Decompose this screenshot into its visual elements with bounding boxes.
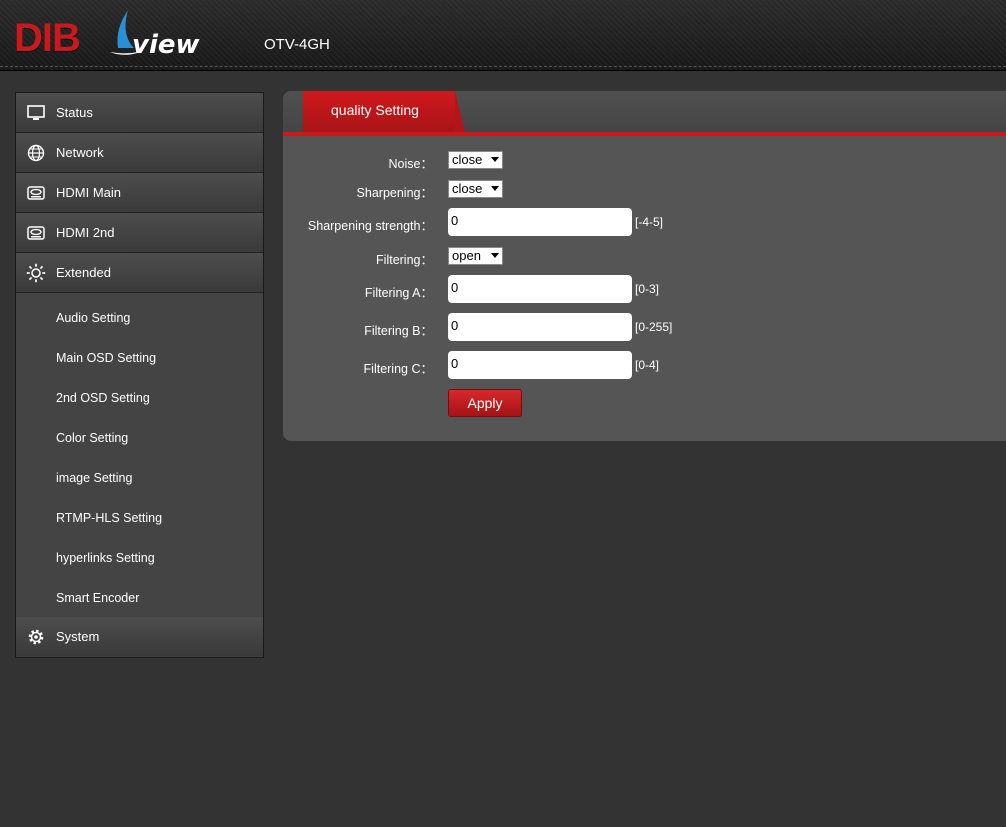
tab-label: quality Setting	[331, 102, 419, 118]
submenu-item-hyperlinks-setting[interactable]: hyperlinks Setting	[56, 551, 155, 565]
noise-select[interactable]: close	[448, 151, 503, 169]
filtering-c-range: [0-4]	[635, 358, 660, 372]
sidebar-item-label: HDMI 2nd	[56, 225, 115, 240]
chevron-down-icon	[491, 157, 499, 162]
sharpening-strength-value: 0	[451, 213, 459, 228]
sidebar-item-label: System	[56, 629, 100, 644]
sun-gear-icon	[26, 263, 46, 283]
sharpening-label: Sharpening：	[356, 186, 433, 200]
sidebar-menu: Status Network HDMI Main HDMI 2nd Extend…	[15, 92, 264, 658]
sharpening-select-value: close	[452, 181, 483, 196]
submenu-item-rtmp-hls-setting[interactable]: RTMP-HLS Setting	[56, 511, 162, 525]
sidebar-item-label: Extended	[56, 265, 111, 280]
quality-setting-panel: quality Setting Noise： close Sharpening：…	[283, 91, 1006, 441]
dibview-logo: DIB view	[14, 8, 204, 62]
filtering-a-range: [0-3]	[635, 282, 660, 296]
globe-icon	[27, 144, 45, 162]
chevron-down-icon	[491, 253, 499, 258]
sidebar-item-hdmi-main[interactable]: HDMI Main	[16, 173, 263, 213]
sharpening-select[interactable]: close	[448, 180, 503, 198]
filtering-b-label: Filtering B：	[364, 324, 433, 338]
filtering-a-value: 0	[451, 280, 459, 295]
filtering-c-value: 0	[451, 356, 459, 371]
monitor-icon	[27, 105, 45, 120]
sidebar-item-label: Network	[56, 145, 104, 160]
sidebar-item-label: HDMI Main	[56, 185, 122, 200]
logo-text-sub: view	[132, 30, 200, 60]
sidebar-item-label: Status	[56, 105, 93, 120]
sidebar-item-hdmi-2nd[interactable]: HDMI 2nd	[16, 213, 263, 253]
sidebar-item-system[interactable]: System	[16, 617, 263, 656]
sidebar-item-network[interactable]: Network	[16, 133, 263, 173]
filtering-c-label: Filtering C：	[363, 362, 433, 376]
logo-text-main: DIB	[14, 16, 81, 60]
sharpening-strength-label: Sharpening strength：	[307, 219, 433, 233]
sidebar-item-status[interactable]: Status	[16, 93, 263, 133]
submenu-item-image-setting[interactable]: image Setting	[56, 471, 132, 485]
noise-select-value: close	[452, 152, 483, 167]
filtering-label: Filtering：	[376, 253, 433, 267]
submenu-item-main-osd-setting[interactable]: Main OSD Setting	[56, 351, 156, 365]
filtering-b-value: 0	[451, 318, 459, 333]
chevron-down-icon	[491, 186, 499, 191]
filtering-a-input[interactable]: 0	[448, 275, 632, 303]
filtering-b-input[interactable]: 0	[448, 313, 632, 341]
apply-button[interactable]: Apply	[448, 389, 522, 417]
hdmi-icon	[27, 226, 45, 240]
filtering-b-range: [0-255]	[635, 320, 673, 334]
filtering-select[interactable]: open	[448, 247, 503, 265]
submenu-item-color-setting[interactable]: Color Setting	[56, 431, 128, 445]
noise-label: Noise：	[388, 157, 433, 171]
submenu-item-audio-setting[interactable]: Audio Setting	[56, 311, 130, 325]
top-header: DIB view OTV-4GH	[0, 0, 1006, 71]
sharpening-strength-range: [-4-5]	[635, 215, 664, 229]
tab-quality-setting[interactable]: quality Setting	[303, 91, 465, 132]
extended-submenu: Audio Setting Main OSD Setting 2nd OSD S…	[16, 293, 263, 617]
filtering-select-value: open	[452, 248, 481, 263]
submenu-item-2nd-osd-setting[interactable]: 2nd OSD Setting	[56, 391, 150, 405]
submenu-item-smart-encoder[interactable]: Smart Encoder	[56, 591, 139, 605]
device-model: OTV-4GH	[264, 36, 330, 53]
filtering-c-input[interactable]: 0	[448, 351, 632, 379]
gear-icon	[28, 629, 44, 645]
panel-header: quality Setting	[283, 91, 1006, 136]
sidebar-item-extended[interactable]: Extended	[16, 253, 263, 293]
hdmi-icon	[27, 186, 45, 200]
sharpening-strength-input[interactable]: 0	[448, 208, 632, 236]
filtering-a-label: Filtering A：	[364, 286, 433, 300]
